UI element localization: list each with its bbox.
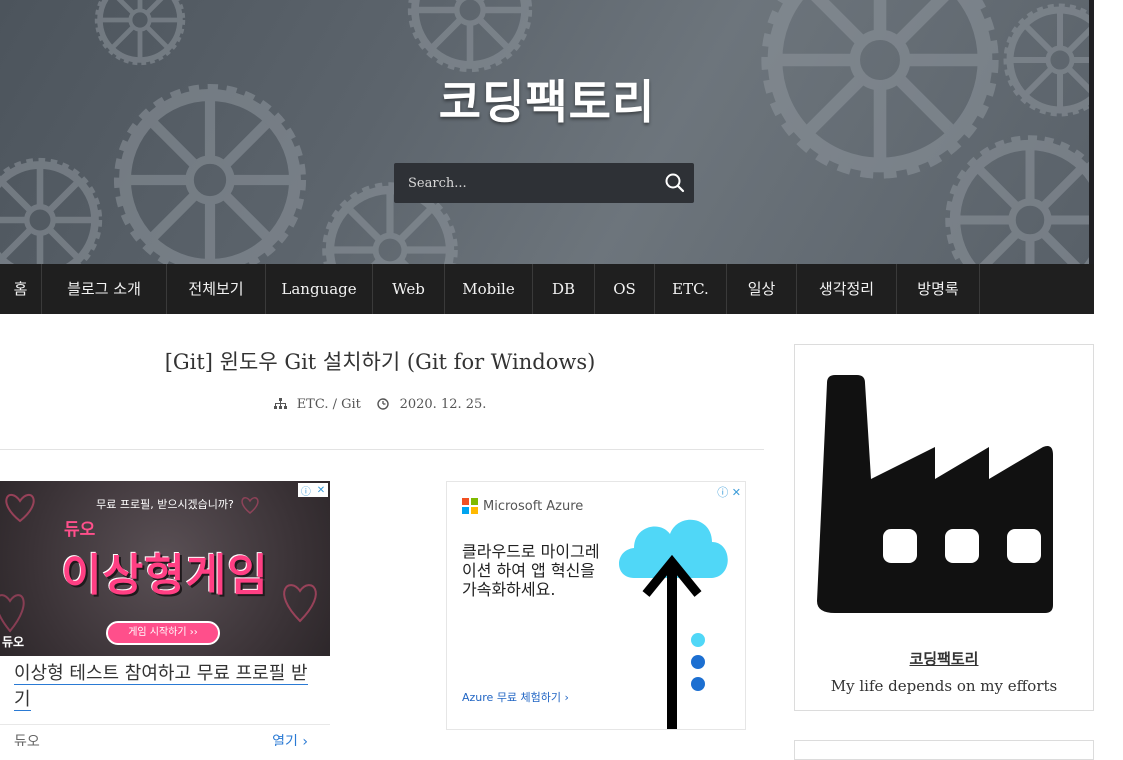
nav-item-os[interactable]: OS: [595, 264, 655, 314]
post-date: 2020. 12. 25.: [399, 397, 487, 412]
post-divider: [0, 449, 764, 450]
site-title[interactable]: 코딩팩토리: [0, 66, 1094, 132]
profile-bio: My life depends on my efforts: [830, 677, 1058, 695]
ad-footer: 듀오 열기 ›: [0, 724, 330, 746]
nav-item-web[interactable]: Web: [373, 264, 445, 314]
ad-cta-pill[interactable]: 게임 시작하기 ››: [106, 621, 220, 645]
post-meta: ETC. / Git 2020. 12. 25.: [0, 397, 760, 412]
nav-item-thoughts[interactable]: 생각정리: [797, 264, 897, 314]
chevron-right-icon: ›: [302, 734, 308, 746]
ad-brand-name: Microsoft Azure: [483, 498, 584, 514]
ad-headline[interactable]: 이상형 테스트 참여하고 무료 프로필 받기: [14, 661, 314, 713]
ad-corner-logo: 듀오: [2, 635, 25, 649]
close-icon[interactable]: ✕: [732, 486, 741, 499]
ad-copy: 클라우드로 마이그레이션 하여 앱 혁신을 가속화하세요.: [462, 542, 600, 599]
profile-name[interactable]: 코딩팩토리: [795, 648, 1093, 669]
nav-item-guestbook[interactable]: 방명록: [897, 264, 980, 314]
search-icon[interactable]: [664, 172, 686, 194]
post-title: [Git] 윈도우 Git 설치하기 (Git for Windows): [164, 350, 596, 374]
gears-background: [0, 0, 1094, 264]
ad-choices-azure[interactable]: ⓘ ✕: [717, 484, 741, 500]
profile-card: 코딩팩토리 My life depends on my efforts: [794, 344, 1094, 711]
microsoft-logo: Microsoft Azure: [462, 498, 583, 514]
ad-brand: 듀오: [64, 520, 96, 540]
ad-azure[interactable]: Microsoft Azure 클라우드로 마이그레이션 하여 앱 혁신을 가속…: [446, 481, 746, 730]
info-icon[interactable]: ⓘ: [301, 483, 311, 498]
category-link-etc[interactable]: ETC.: [297, 397, 329, 412]
ad-advertiser: 듀오: [14, 734, 40, 746]
nav-item-language[interactable]: Language: [266, 264, 373, 314]
ad-big-text: 이상형게임: [61, 550, 269, 601]
sitemap-icon: [273, 398, 287, 409]
search-input[interactable]: [394, 163, 654, 203]
clock-icon: [377, 398, 390, 410]
ad-choices[interactable]: ⓘ ✕: [298, 483, 328, 498]
site-header: 코딩팩토리: [0, 0, 1094, 264]
category-link-git[interactable]: Git: [341, 397, 361, 412]
nav-item-home[interactable]: 홈: [0, 264, 42, 314]
ad-open-button[interactable]: 열기 ›: [272, 731, 308, 746]
nav-item-etc[interactable]: ETC.: [655, 264, 727, 314]
ad-trial-link[interactable]: Azure 무료 체험하기 ›: [462, 689, 569, 705]
microsoft-grid-icon: [462, 498, 478, 514]
nav-item-db[interactable]: DB: [533, 264, 595, 314]
cloud-upload-icon: [619, 519, 728, 729]
ad-duo[interactable]: 무료 프로필, 받으시겠습니까? 듀오 이상형게임 게임 시작하기 ›› 듀오 …: [0, 481, 330, 746]
close-icon[interactable]: ✕: [317, 485, 325, 496]
factory-icon[interactable]: [817, 369, 1073, 625]
nav-item-all[interactable]: 전체보기: [167, 264, 266, 314]
sidebar-widget: [794, 740, 1094, 760]
search-box: [394, 163, 694, 203]
info-icon[interactable]: ⓘ: [717, 486, 728, 499]
category-separator: /: [332, 397, 337, 412]
main-nav: 홈 블로그 소개 전체보기 Language Web Mobile DB OS …: [0, 264, 1094, 314]
nav-item-about[interactable]: 블로그 소개: [42, 264, 167, 314]
ad-banner-image[interactable]: 무료 프로필, 받으시겠습니까? 듀오 이상형게임 게임 시작하기 ›› 듀오 …: [0, 481, 330, 656]
nav-item-mobile[interactable]: Mobile: [445, 264, 533, 314]
ad-subtitle: 무료 프로필, 받으시겠습니까?: [96, 498, 234, 511]
nav-item-daily[interactable]: 일상: [727, 264, 797, 314]
